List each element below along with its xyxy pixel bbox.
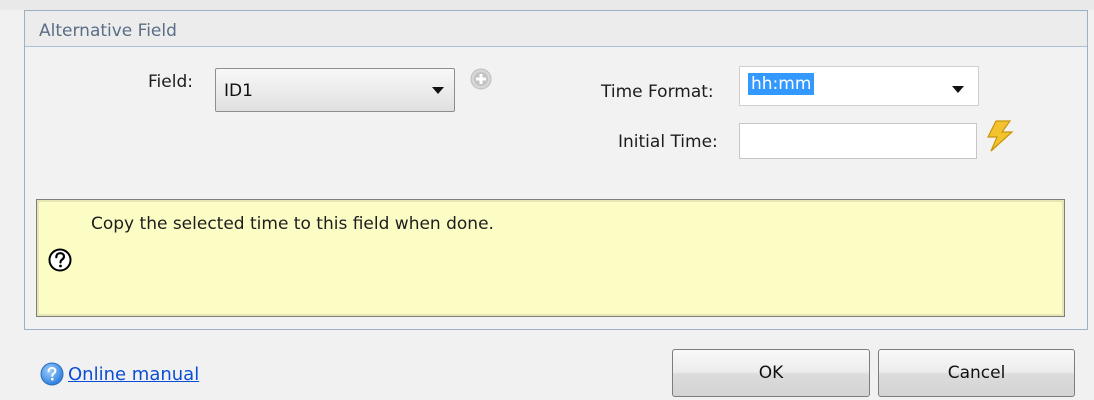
hint-text: Copy the selected time to this field whe… [91, 214, 494, 234]
field-dropdown[interactable]: ID1 [215, 68, 455, 112]
help-icon [40, 362, 64, 386]
hint-box: Copy the selected time to this field whe… [36, 199, 1065, 317]
online-manual-label[interactable]: Online manual [68, 364, 199, 385]
cancel-button[interactable]: Cancel [878, 349, 1075, 397]
add-icon[interactable] [470, 68, 492, 90]
online-manual-link[interactable]: Online manual [40, 362, 199, 386]
time-format-label: Time Format: [601, 82, 714, 102]
group-header: Alternative Field [25, 11, 1087, 47]
field-dropdown-value: ID1 [224, 81, 253, 101]
chevron-down-icon [952, 86, 964, 93]
time-format-value: hh:mm [748, 73, 815, 95]
initial-time-label: Initial Time: [618, 132, 718, 152]
question-mark-icon [48, 248, 72, 272]
dialog-top-edge [0, 0, 1094, 10]
chevron-down-icon [432, 87, 444, 94]
lightning-bolt-icon[interactable] [983, 119, 1017, 153]
ok-button[interactable]: OK [672, 349, 870, 397]
initial-time-input[interactable] [739, 123, 977, 159]
time-format-dropdown[interactable]: hh:mm [739, 66, 979, 106]
field-label: Field: [148, 72, 193, 92]
group-title: Alternative Field [39, 21, 177, 41]
